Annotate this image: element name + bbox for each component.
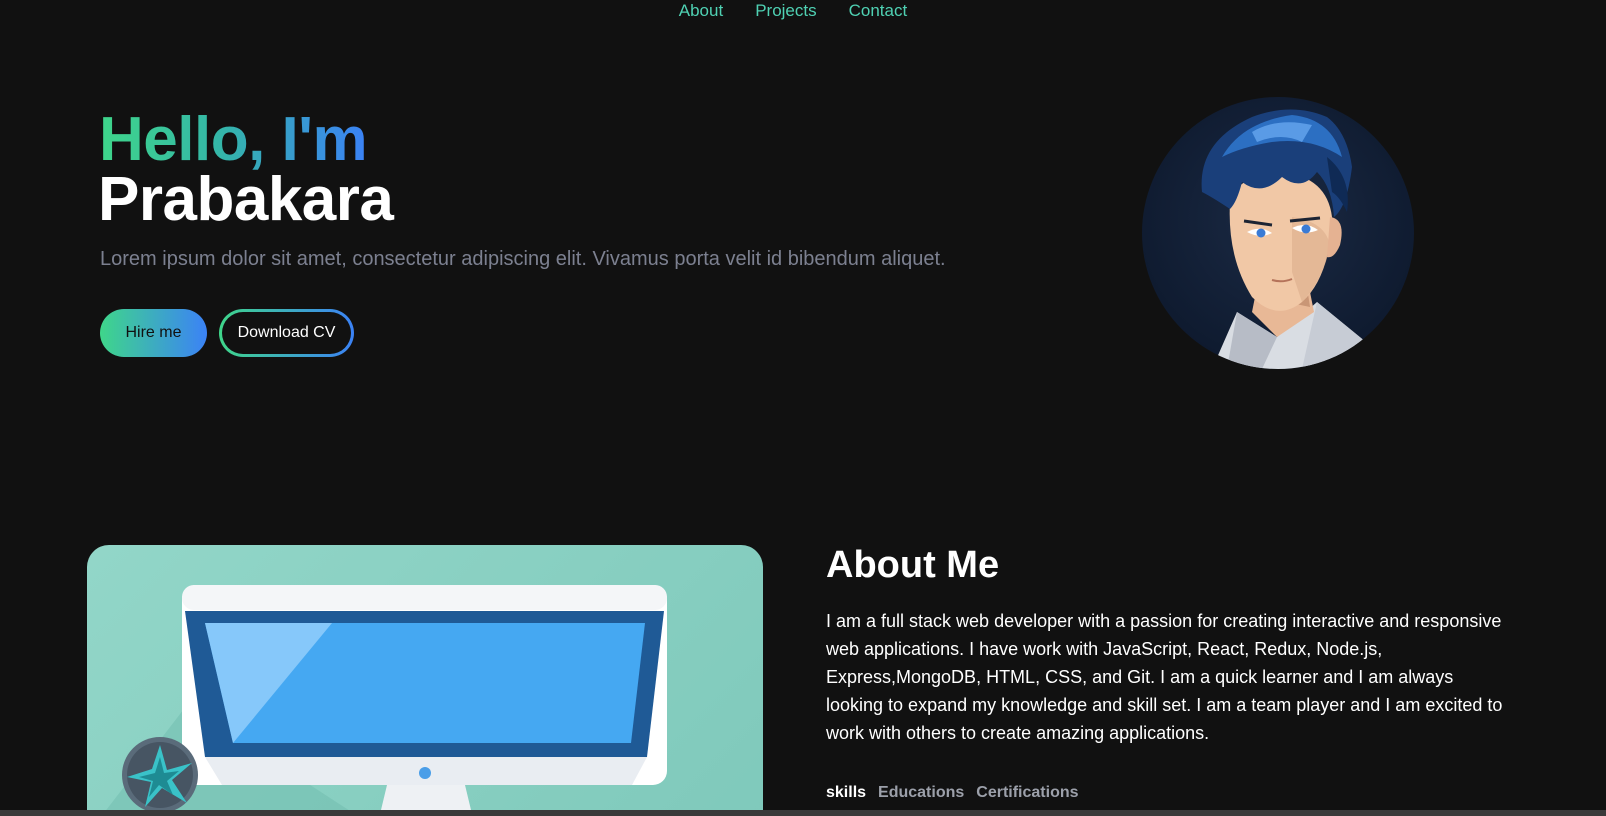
- hero-greeting: Hello, I'm: [99, 105, 368, 174]
- tab-certifications[interactable]: Certifications: [976, 783, 1078, 803]
- avatar-illustration: [1201, 109, 1382, 369]
- computer-illustration: [101, 585, 667, 816]
- horizontal-scrollbar[interactable]: [0, 810, 1606, 816]
- tab-skills[interactable]: skills: [826, 783, 866, 803]
- nav-link-about[interactable]: About: [679, 1, 723, 21]
- portfolio-page: About Projects Contact Hello, I'm Prabak…: [0, 0, 1606, 816]
- hero-name: Prabakara: [98, 165, 394, 234]
- about-image-card: [87, 545, 763, 816]
- about-tabs: skills Educations Certifications: [826, 783, 1079, 803]
- download-cv-button[interactable]: Download CV: [219, 309, 354, 357]
- about-description: I am a full stack web developer with a p…: [826, 611, 1503, 743]
- hire-me-button[interactable]: Hire me: [100, 309, 207, 357]
- download-cv-label: Download CV: [222, 312, 351, 354]
- tab-educations[interactable]: Educations: [878, 783, 964, 803]
- about-title: About Me: [826, 544, 1000, 586]
- hero-subtitle: Lorem ipsum dolor sit amet, consectetur …: [100, 248, 946, 270]
- profile-avatar: [1142, 97, 1414, 369]
- nav-link-projects[interactable]: Projects: [755, 1, 816, 21]
- top-nav: About Projects Contact: [0, 0, 1596, 21]
- nav-link-contact[interactable]: Contact: [849, 1, 908, 21]
